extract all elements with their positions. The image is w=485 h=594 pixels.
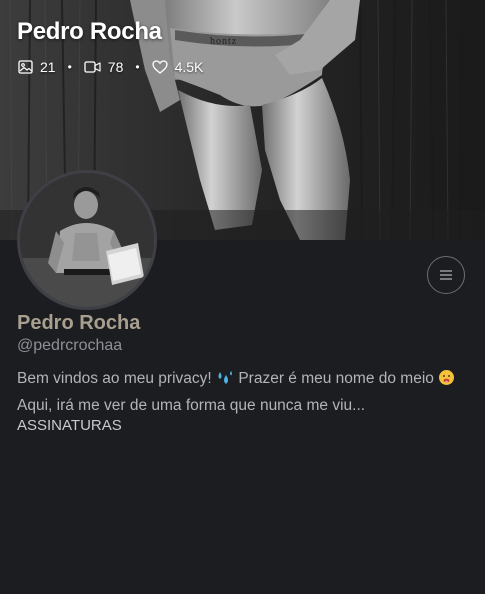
images-count: 21: [40, 59, 56, 75]
cover-stats: 21 • 78 • 4.5K: [18, 59, 203, 75]
image-icon: [18, 60, 33, 74]
hamburger-menu-icon: [440, 270, 452, 280]
heart-icon: [151, 60, 168, 74]
video-icon: [84, 61, 101, 73]
bio-text-1: Bem vindos ao meu privacy!: [17, 370, 217, 387]
cover-title: Pedro Rocha: [17, 18, 162, 45]
profile-bio: Bem vindos ao meu privacy! Prazer é meu …: [17, 367, 472, 418]
videos-count: 78: [107, 59, 124, 75]
menu-button[interactable]: [427, 256, 465, 294]
sweat-droplets-icon: [216, 370, 234, 394]
profile-handle: @pedrcrochaa: [17, 337, 123, 354]
avatar-image: [20, 173, 154, 307]
bio-text-2: Prazer é meu nome do meio: [234, 370, 439, 387]
svg-text:hontz: hontz: [210, 36, 237, 47]
subscriptions-heading: ASSINATURAS: [17, 417, 122, 434]
bio-text-3: Aqui, irá me ver de uma forma que nunca …: [17, 397, 366, 414]
stat-separator: •: [67, 60, 72, 74]
stat-separator: •: [135, 60, 140, 74]
likes-count: 4.5K: [174, 59, 204, 75]
profile-name: Pedro Rocha: [17, 312, 141, 334]
likes-stat: 4.5K: [151, 59, 204, 75]
profile-page: hontz Pedro Rocha 21 • 78 • 4.5K Pedro R…: [0, 0, 485, 594]
drooling-face-icon: [438, 369, 455, 394]
avatar[interactable]: [17, 170, 157, 310]
videos-stat: 78: [84, 59, 124, 75]
images-stat: 21: [18, 59, 56, 75]
